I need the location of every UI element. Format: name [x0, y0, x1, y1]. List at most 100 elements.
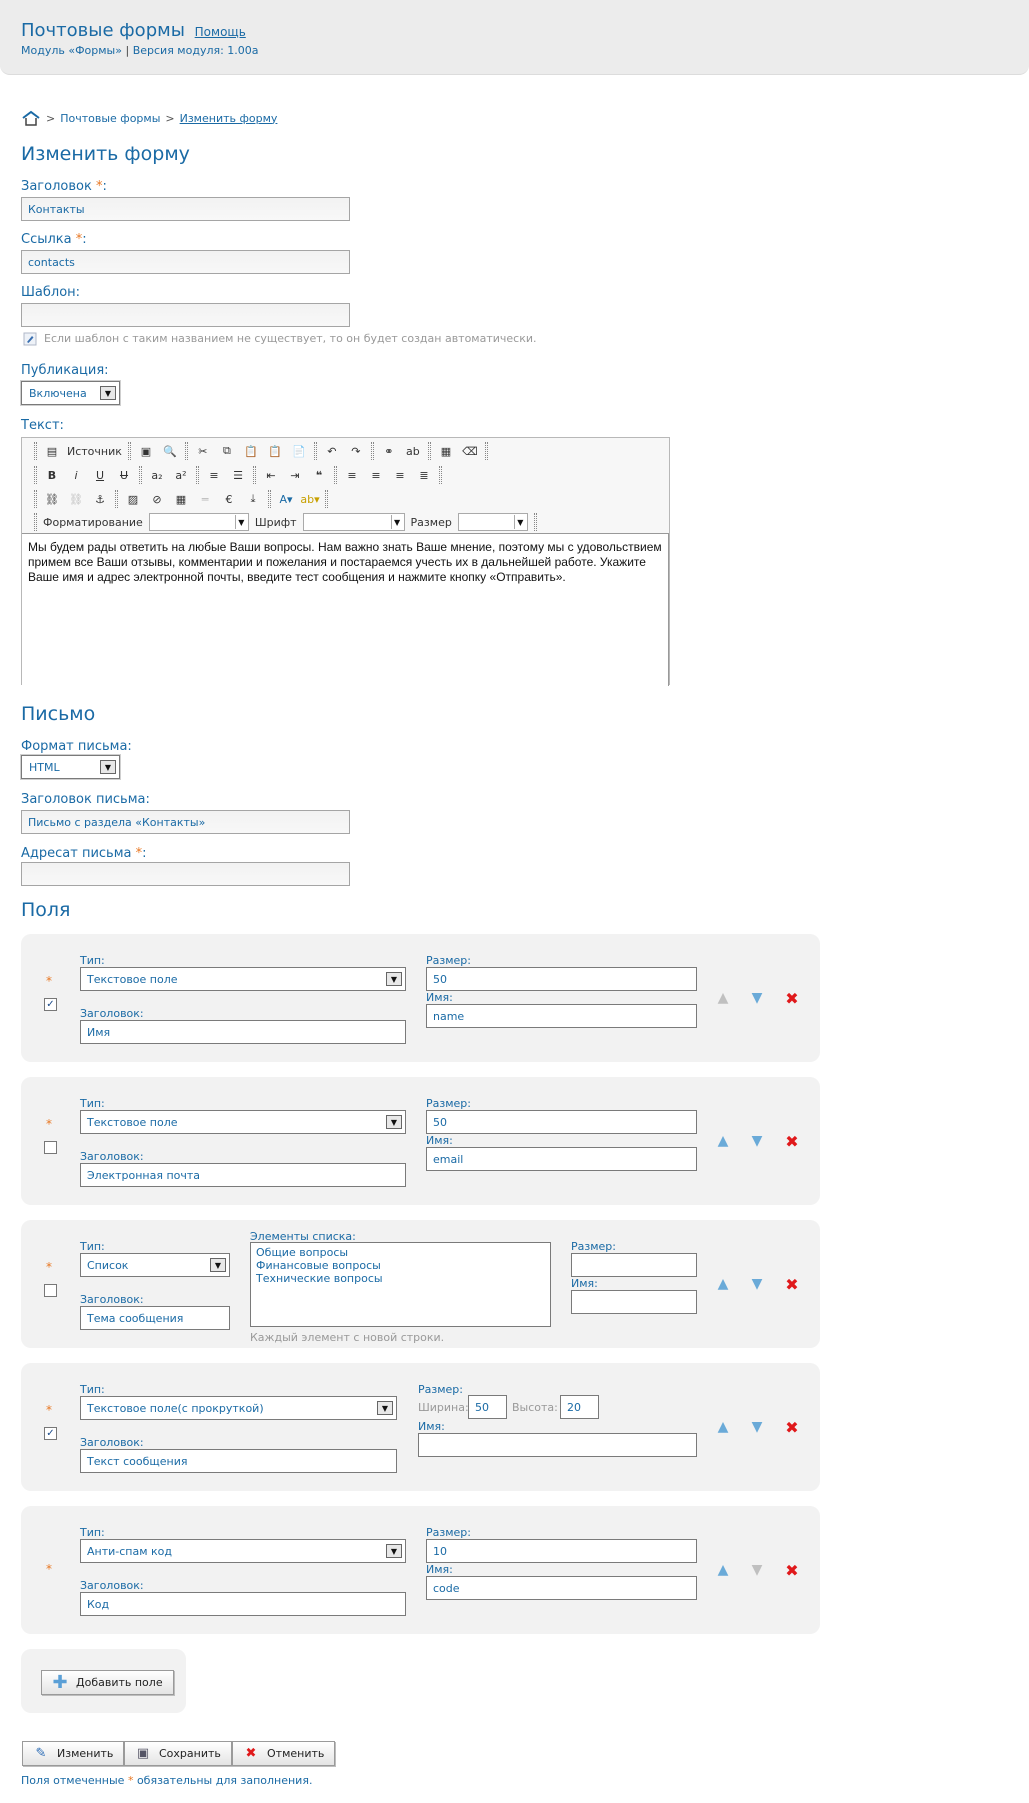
cancel-button[interactable]: ✖ Отменить — [232, 1741, 336, 1766]
italic-icon[interactable]: i — [67, 466, 85, 484]
chevron-down-icon[interactable]: ▼ — [513, 515, 526, 529]
chevron-down-icon[interactable]: ▼ — [386, 1115, 402, 1129]
align-center-icon[interactable]: ≡ — [367, 466, 385, 484]
required-checkbox[interactable]: ✓ — [44, 998, 57, 1011]
blockquote-icon[interactable]: ❝ — [310, 466, 328, 484]
undo-icon[interactable]: ↶ — [323, 442, 341, 460]
table-icon[interactable]: ▦ — [172, 490, 190, 508]
delete-icon[interactable]: ✖ — [783, 1418, 801, 1437]
anchor-icon[interactable]: ⚓ — [91, 490, 109, 508]
letter-format-select[interactable]: HTML ▼ — [20, 754, 121, 780]
breadcrumb-edit-form[interactable]: Изменить форму — [180, 112, 278, 125]
help-link[interactable]: Помощь — [195, 25, 246, 39]
required-checkbox[interactable]: ✓ — [44, 1427, 57, 1440]
find-icon[interactable]: ⚭ — [380, 442, 398, 460]
chevron-down-icon[interactable]: ▼ — [210, 1258, 226, 1272]
type-select[interactable]: Список ▼ — [80, 1253, 230, 1277]
size-input[interactable]: 50 — [426, 1110, 697, 1134]
type-select[interactable]: Анти-спам код ▼ — [80, 1539, 406, 1563]
required-checkbox[interactable] — [44, 1284, 57, 1297]
ordered-list-icon[interactable]: ≡ — [205, 466, 223, 484]
align-right-icon[interactable]: ≡ — [391, 466, 409, 484]
font-select[interactable]: ▼ — [302, 513, 405, 531]
unlink-icon[interactable]: ⛓ — [67, 490, 85, 508]
required-checkbox[interactable] — [44, 1141, 57, 1154]
width-input[interactable]: 50 — [468, 1395, 507, 1419]
save-button[interactable]: ▣ Сохранить — [124, 1741, 232, 1766]
home-icon[interactable] — [21, 110, 41, 126]
type-select[interactable]: Текстовое поле(с прокруткой) ▼ — [80, 1396, 397, 1420]
caption-input[interactable]: Электронная почта — [80, 1163, 406, 1187]
publish-select[interactable]: Включена ▼ — [20, 380, 121, 406]
source-icon[interactable]: ▤ — [43, 442, 61, 460]
size-input[interactable]: 50 — [426, 967, 697, 991]
delete-icon[interactable]: ✖ — [783, 1132, 801, 1151]
strike-icon[interactable]: U — [115, 466, 133, 484]
chevron-down-icon[interactable]: ▼ — [234, 515, 247, 529]
delete-icon[interactable]: ✖ — [783, 1561, 801, 1580]
link-input[interactable]: contacts — [21, 250, 350, 274]
caption-input[interactable]: Код — [80, 1592, 406, 1616]
move-down-icon[interactable]: ▼ — [748, 1275, 766, 1293]
link-icon[interactable]: ⛓ — [43, 490, 61, 508]
move-up-icon[interactable]: ▲ — [714, 1275, 732, 1293]
chevron-down-icon[interactable]: ▼ — [390, 515, 403, 529]
preview-icon[interactable]: 🔍 — [161, 442, 179, 460]
select-all-icon[interactable]: ▦ — [437, 442, 455, 460]
bold-icon[interactable]: B — [43, 466, 61, 484]
cut-icon[interactable]: ✂ — [194, 442, 212, 460]
name-input[interactable]: code — [426, 1576, 697, 1600]
letter-recipient-input[interactable] — [21, 862, 350, 886]
move-up-icon[interactable]: ▲ — [714, 1132, 732, 1150]
editor-content[interactable]: Мы будем рады ответить на любые Ваши воп… — [22, 534, 669, 686]
move-down-icon[interactable]: ▼ — [748, 1418, 766, 1436]
hr-icon[interactable]: ═ — [196, 490, 214, 508]
caption-input[interactable]: Текст сообщения — [80, 1449, 397, 1473]
title-input[interactable]: Контакты — [21, 197, 350, 221]
paste-icon[interactable]: 📋 — [242, 442, 260, 460]
caption-input[interactable]: Тема сообщения — [80, 1306, 230, 1330]
move-up-icon[interactable]: ▲ — [714, 1418, 732, 1436]
subscript-icon[interactable]: a₂ — [148, 466, 166, 484]
breadcrumb-mail-forms[interactable]: Почтовые формы — [60, 112, 160, 125]
name-input[interactable]: email — [426, 1147, 697, 1171]
edit-button[interactable]: ✎ Изменить — [22, 1741, 125, 1766]
chevron-down-icon[interactable]: ▼ — [100, 760, 116, 774]
chevron-down-icon[interactable]: ▼ — [377, 1401, 393, 1415]
save-doc-icon[interactable]: ▣ — [137, 442, 155, 460]
outdent-icon[interactable]: ⇤ — [262, 466, 280, 484]
caption-input[interactable]: Имя — [80, 1020, 406, 1044]
euro-icon[interactable]: € — [220, 490, 238, 508]
copy-icon[interactable]: ⧉ — [218, 442, 236, 460]
bullet-list-icon[interactable]: ☰ — [229, 466, 247, 484]
paste-word-icon[interactable]: 📄 — [290, 442, 308, 460]
pagebreak-icon[interactable]: ⤓ — [244, 490, 262, 508]
delete-icon[interactable]: ✖ — [783, 989, 801, 1008]
add-field-button[interactable]: ✚ Добавить поле — [41, 1670, 174, 1695]
format-select[interactable]: ▼ — [148, 513, 249, 531]
move-down-icon[interactable]: ▼ — [748, 989, 766, 1007]
type-select[interactable]: Текстовое поле ▼ — [80, 967, 406, 991]
source-button[interactable]: Источник — [67, 445, 122, 458]
list-items-textarea[interactable]: Общие вопросы Финансовые вопросы Техниче… — [250, 1242, 551, 1327]
text-color-icon[interactable]: A▾ — [277, 490, 295, 508]
underline-icon[interactable]: U — [91, 466, 109, 484]
eraser-icon[interactable]: ⌫ — [461, 442, 479, 460]
size-input[interactable]: 10 — [426, 1539, 697, 1563]
flash-icon[interactable]: ⊘ — [148, 490, 166, 508]
name-input[interactable] — [418, 1433, 697, 1457]
height-input[interactable]: 20 — [560, 1395, 599, 1419]
move-up-icon[interactable]: ▲ — [714, 1561, 732, 1579]
indent-icon[interactable]: ⇥ — [286, 466, 304, 484]
template-input[interactable] — [21, 303, 350, 327]
size-input[interactable] — [571, 1253, 697, 1277]
delete-icon[interactable]: ✖ — [783, 1275, 801, 1294]
chevron-down-icon[interactable]: ▼ — [100, 386, 116, 400]
align-left-icon[interactable]: ≡ — [343, 466, 361, 484]
bg-color-icon[interactable]: ab▾ — [300, 490, 319, 508]
chevron-down-icon[interactable]: ▼ — [386, 1544, 402, 1558]
letter-subject-input[interactable]: Письмо с раздела «Контакты» — [21, 810, 350, 834]
type-select[interactable]: Текстовое поле ▼ — [80, 1110, 406, 1134]
size-select[interactable]: ▼ — [457, 513, 528, 531]
chevron-down-icon[interactable]: ▼ — [386, 972, 402, 986]
